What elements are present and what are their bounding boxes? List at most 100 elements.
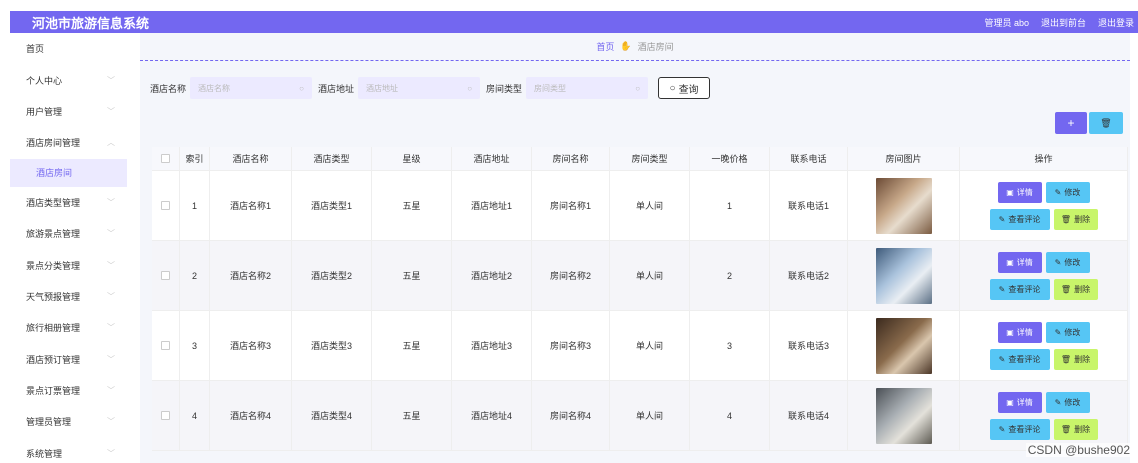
detail-button[interactable]: ▣ 详情	[997, 251, 1042, 273]
select-all-checkbox[interactable]	[161, 154, 170, 163]
row-checkbox[interactable]	[161, 341, 170, 350]
sidebar-item[interactable]: 天气预报管理 ﹀	[10, 281, 127, 312]
table-row: 2 酒店名称2 酒店类型2 五星 酒店地址2 房间名称2 单人间 2 联系电话2 ▣ 详情 ✎ 修改 ✎ 查…	[152, 241, 1128, 311]
cell-star: 五星	[372, 381, 452, 450]
sidebar-item[interactable]: 酒店预订管理 ﹀	[10, 344, 127, 375]
cell-star: 五星	[372, 241, 452, 310]
cell-room: 房间名称2	[532, 241, 610, 310]
sidebar-item-label: 旅游景点管理	[26, 229, 81, 240]
edit-icon: ✎	[1054, 397, 1062, 407]
column-header: 操作	[960, 147, 1128, 170]
sidebar-item-label: 酒店房间管理	[26, 138, 81, 149]
edit-icon: ✎	[998, 284, 1006, 294]
breadcrumb-home[interactable]: 首页	[596, 40, 614, 53]
chevron-down-icon: ﹀	[107, 75, 115, 85]
sidebar-item[interactable]: 系统管理 ﹀	[10, 438, 127, 463]
detail-button[interactable]: ▣ 详情	[997, 391, 1042, 413]
cell-operations: ▣ 详情 ✎ 修改 ✎ 查看评论 🗑 删除	[960, 311, 1128, 380]
room-photo[interactable]	[875, 177, 932, 234]
chevron-down-icon: ﹀	[107, 323, 115, 333]
sidebar-item[interactable]: 首页	[10, 33, 127, 64]
watermark: CSDN @bushe902	[1025, 443, 1132, 457]
room-photo[interactable]	[875, 317, 932, 374]
sidebar-item[interactable]: 旅游景点管理 ﹀	[10, 218, 127, 249]
hotel-name-input[interactable]: 酒店名称 ○	[190, 77, 313, 99]
sidebar-item-label: 管理员管理	[26, 417, 72, 428]
cell-addr: 酒店地址2	[452, 241, 532, 310]
room-type-label: 房间类型	[486, 83, 523, 94]
batch-delete-button[interactable]: 🗑	[1089, 112, 1123, 134]
edit-button[interactable]: ✎ 修改	[1045, 251, 1090, 273]
delete-button[interactable]: 🗑 删除	[1053, 348, 1098, 370]
sidebar-item-label: 酒店类型管理	[26, 197, 81, 208]
row-checkbox-cell	[152, 241, 180, 310]
delete-button[interactable]: 🗑 删除	[1053, 278, 1098, 300]
room-type-input[interactable]: 房间类型 ○	[526, 77, 649, 99]
edit-button[interactable]: ✎ 修改	[1045, 391, 1090, 413]
cell-operations: ▣ 详情 ✎ 修改 ✎ 查看评论 🗑 删除	[960, 381, 1128, 450]
room-photo[interactable]	[875, 387, 932, 444]
edit-button-label: 修改	[1064, 397, 1081, 407]
row-checkbox-cell	[152, 311, 180, 380]
row-checkbox[interactable]	[161, 411, 170, 420]
sidebar-item-label: 首页	[26, 44, 45, 55]
cell-addr: 酒店地址1	[452, 171, 532, 240]
sidebar-item-label: 天气预报管理	[26, 291, 81, 302]
sidebar-item-label: 系统管理	[26, 448, 63, 459]
sidebar-item[interactable]: 酒店类型管理 ﹀	[10, 187, 127, 218]
column-header: 索引	[180, 147, 210, 170]
delete-button-label: 删除	[1074, 214, 1091, 224]
detail-button[interactable]: ▣ 详情	[997, 321, 1042, 343]
edit-button-label: 修改	[1064, 257, 1081, 267]
detail-icon: ▣	[1006, 397, 1014, 407]
view-reviews-button-label: 查看评论	[1008, 284, 1041, 294]
row-checkbox[interactable]	[161, 271, 170, 280]
cell-phone: 联系电话3	[770, 311, 848, 380]
cell-operations: ▣ 详情 ✎ 修改 ✎ 查看评论 🗑 删除	[960, 171, 1128, 240]
view-reviews-button[interactable]: ✎ 查看评论	[989, 348, 1050, 370]
cell-photo	[848, 171, 960, 240]
sidebar-item[interactable]: 景点订票管理 ﹀	[10, 375, 127, 406]
chevron-down-icon: ﹀	[107, 197, 115, 207]
plus-icon: +	[1067, 116, 1075, 130]
sidebar-item[interactable]: 旅行相册管理 ﹀	[10, 312, 127, 343]
cell-addr: 酒店地址4	[452, 381, 532, 450]
cell-price: 4	[690, 381, 770, 450]
cell-photo	[848, 241, 960, 310]
view-reviews-button[interactable]: ✎ 查看评论	[989, 418, 1050, 440]
exit-to-front-link[interactable]: 退出到前台	[1041, 16, 1086, 29]
cell-photo	[848, 311, 960, 380]
view-reviews-button[interactable]: ✎ 查看评论	[989, 208, 1050, 230]
edit-icon: ✎	[1054, 257, 1062, 267]
sidebar-item[interactable]: 景点分类管理 ﹀	[10, 249, 127, 280]
cell-room: 房间名称4	[532, 381, 610, 450]
trash-icon: 🗑	[1060, 354, 1072, 364]
sidebar-item[interactable]: 个人中心 ﹀	[10, 64, 127, 95]
add-button[interactable]: +	[1055, 112, 1087, 134]
room-photo[interactable]	[875, 247, 932, 304]
detail-button[interactable]: ▣ 详情	[997, 181, 1042, 203]
edit-button-label: 修改	[1064, 187, 1081, 197]
table-row: 1 酒店名称1 酒店类型1 五星 酒店地址1 房间名称1 单人间 1 联系电话1 ▣ 详情 ✎ 修改 ✎ 查…	[152, 171, 1128, 241]
sidebar-item[interactable]: 酒店房间管理 ︿	[10, 127, 127, 158]
cell-idx: 1	[180, 171, 210, 240]
cell-type: 酒店类型3	[292, 311, 372, 380]
view-reviews-button[interactable]: ✎ 查看评论	[989, 278, 1050, 300]
sidebar-item[interactable]: 用户管理 ﹀	[10, 96, 127, 127]
detail-icon: ▣	[1006, 327, 1014, 337]
delete-button[interactable]: 🗑 删除	[1053, 418, 1098, 440]
delete-button-label: 删除	[1074, 354, 1091, 364]
query-button[interactable]: ○ 查询	[658, 77, 711, 99]
edit-button[interactable]: ✎ 修改	[1045, 321, 1090, 343]
sidebar-subitem-hotel-room[interactable]: 酒店房间	[10, 158, 127, 187]
row-checkbox[interactable]	[161, 201, 170, 210]
trash-icon: 🗑	[1060, 424, 1072, 434]
logout-link[interactable]: 退出登录	[1098, 16, 1134, 29]
sidebar-item[interactable]: 管理员管理 ﹀	[10, 406, 127, 437]
edit-button[interactable]: ✎ 修改	[1045, 181, 1090, 203]
hotel-addr-input[interactable]: 酒店地址 ○	[358, 77, 481, 99]
cell-operations: ▣ 详情 ✎ 修改 ✎ 查看评论 🗑 删除	[960, 241, 1128, 310]
chevron-down-icon: ﹀	[107, 291, 115, 301]
delete-button-label: 删除	[1074, 284, 1091, 294]
delete-button[interactable]: 🗑 删除	[1053, 208, 1098, 230]
